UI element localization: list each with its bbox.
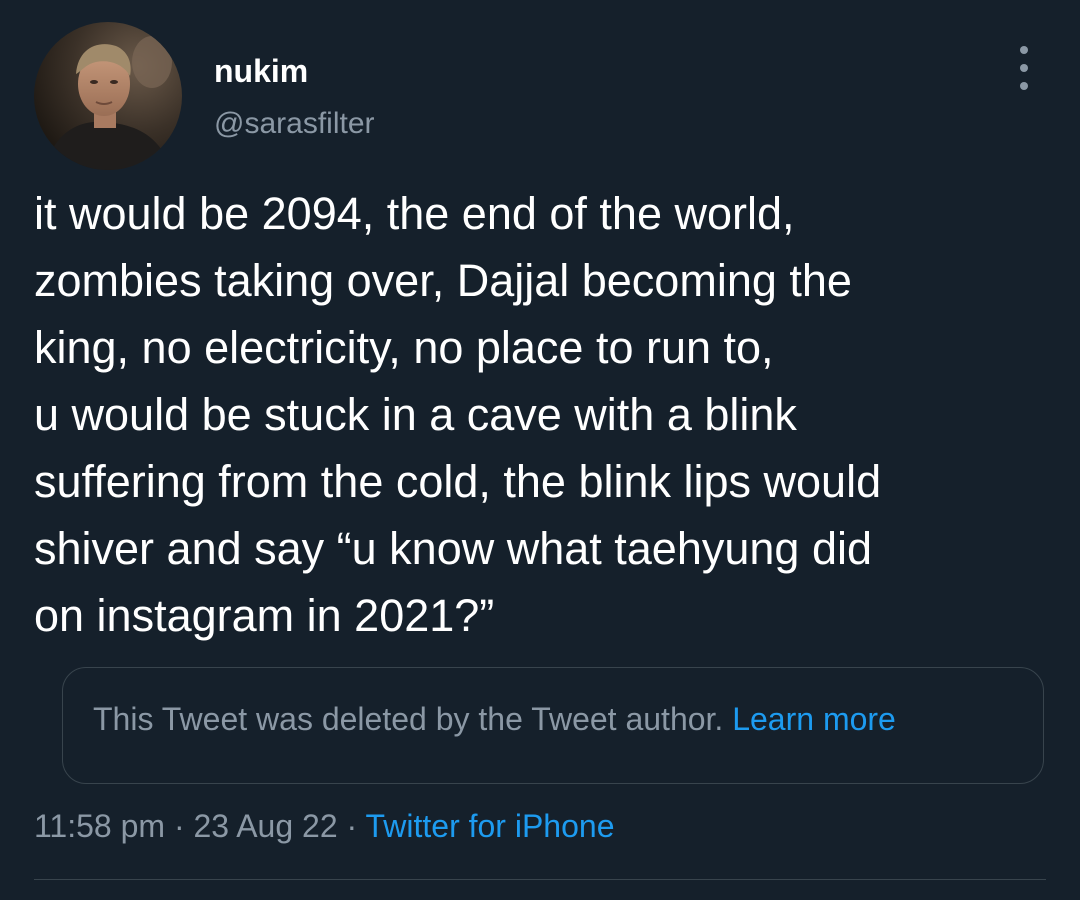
- avatar[interactable]: [34, 22, 182, 170]
- more-vertical-icon[interactable]: [1010, 46, 1038, 90]
- meta-separator: ·: [346, 808, 358, 844]
- deleted-quote-card: This Tweet was deleted by the Tweet auth…: [62, 667, 1044, 784]
- tweet-source-link[interactable]: Twitter for iPhone: [365, 808, 614, 844]
- meta-separator: ·: [173, 808, 185, 844]
- tweet-date[interactable]: 23 Aug 22: [193, 808, 337, 844]
- deleted-message: This Tweet was deleted by the Tweet auth…: [93, 701, 724, 737]
- divider: [34, 879, 1046, 880]
- learn-more-link[interactable]: Learn more: [732, 701, 896, 737]
- tweet-detail: nukim @sarasfilter it would be 2094, the…: [0, 0, 1080, 900]
- tweet-text: it would be 2094, the end of the world, …: [34, 188, 882, 641]
- tweet-meta: 11:58 pm · 23 Aug 22 · Twitter for iPhon…: [34, 806, 614, 846]
- tweet-time[interactable]: 11:58 pm: [34, 808, 165, 844]
- display-name[interactable]: nukim: [214, 53, 308, 89]
- avatar-image: [34, 22, 182, 170]
- user-handle[interactable]: @sarasfilter: [214, 106, 375, 142]
- deleted-quote-line: This Tweet was deleted by the Tweet auth…: [93, 700, 896, 738]
- more-dot: [1020, 82, 1028, 90]
- more-dot: [1020, 64, 1028, 72]
- more-dot: [1020, 46, 1028, 54]
